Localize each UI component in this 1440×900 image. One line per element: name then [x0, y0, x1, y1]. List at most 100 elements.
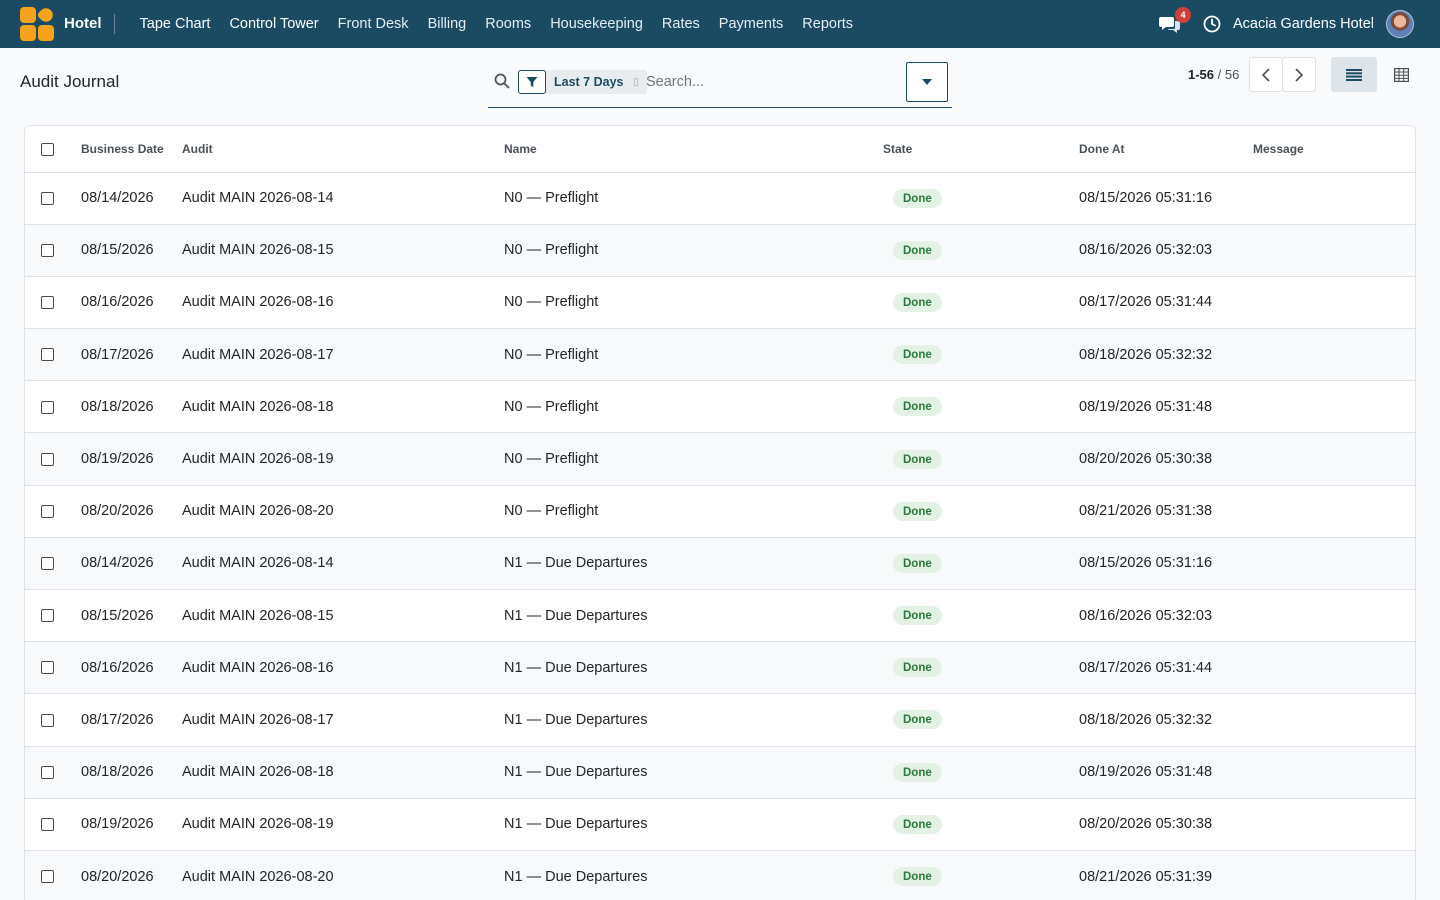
table-row[interactable]: 08/20/2026 Audit MAIN 2026-08-20 N1 — Due …: [25, 850, 1415, 900]
name-cell[interactable]: N1 — Due Departures: [504, 798, 883, 851]
business-date-cell[interactable]: 08/18/2026: [70, 746, 182, 799]
menu-item-payments[interactable]: Payments: [709, 16, 792, 32]
row-select-cell[interactable]: [25, 746, 70, 799]
business-date-cell[interactable]: 08/19/2026: [70, 432, 182, 486]
message-cell[interactable]: [1253, 641, 1415, 695]
row-checkbox[interactable]: [41, 348, 54, 362]
name-cell[interactable]: N0 — Preflight: [504, 485, 883, 538]
audit-cell[interactable]: Audit MAIN 2026-08-20: [182, 850, 504, 900]
audit-cell[interactable]: Audit MAIN 2026-08-19: [182, 432, 504, 486]
row-checkbox[interactable]: [41, 870, 54, 884]
search-icon[interactable]: [494, 73, 510, 89]
row-checkbox[interactable]: [41, 504, 54, 518]
table-row[interactable]: 08/18/2026 Audit MAIN 2026-08-18 N0 — Pref…: [25, 380, 1415, 434]
row-checkbox[interactable]: [41, 713, 54, 727]
row-checkbox[interactable]: [41, 191, 54, 205]
done-at-cell[interactable]: 08/21/2026 05:31:38: [1079, 485, 1253, 538]
state-cell[interactable]: Done: [883, 432, 1079, 486]
audit-cell[interactable]: Audit MAIN 2026-08-15: [182, 589, 504, 643]
table-row[interactable]: 08/16/2026 Audit MAIN 2026-08-16 N0 — Pref…: [25, 276, 1415, 330]
done-at-cell[interactable]: 08/18/2026 05:32:32: [1079, 328, 1253, 382]
row-checkbox[interactable]: [41, 243, 54, 257]
message-cell[interactable]: [1253, 276, 1415, 330]
state-cell[interactable]: Done: [883, 693, 1079, 747]
state-cell[interactable]: Done: [883, 589, 1079, 643]
list-view-button[interactable]: [1331, 57, 1377, 92]
table-row[interactable]: 08/14/2026 Audit MAIN 2026-08-14 N1 — Due …: [25, 537, 1415, 591]
row-checkbox[interactable]: [41, 661, 54, 675]
column-header-audit[interactable]: Audit: [182, 126, 504, 173]
menu-item-rooms[interactable]: Rooms: [476, 16, 541, 32]
business-date-cell[interactable]: 08/15/2026: [70, 589, 182, 643]
message-cell[interactable]: [1253, 380, 1415, 434]
table-row[interactable]: 08/17/2026 Audit MAIN 2026-08-17 N1 — Due …: [25, 693, 1415, 747]
row-select-cell[interactable]: [25, 172, 70, 225]
menu-item-billing[interactable]: Billing: [418, 16, 476, 32]
menu-item-front-desk[interactable]: Front Desk: [328, 16, 418, 32]
name-cell[interactable]: N1 — Due Departures: [504, 850, 883, 900]
state-cell[interactable]: Done: [883, 746, 1079, 799]
done-at-cell[interactable]: 08/21/2026 05:31:39: [1079, 850, 1253, 900]
audit-cell[interactable]: Audit MAIN 2026-08-19: [182, 798, 504, 851]
name-cell[interactable]: N0 — Preflight: [504, 276, 883, 330]
chat-icon[interactable]: 4: [1158, 7, 1191, 34]
menu-item-tape-chart[interactable]: Tape Chart: [130, 16, 220, 32]
state-cell[interactable]: Done: [883, 537, 1079, 591]
clock-icon[interactable]: [1203, 15, 1221, 33]
page-title[interactable]: Audit Journal: [20, 72, 119, 92]
message-cell[interactable]: [1253, 589, 1415, 643]
table-row[interactable]: 08/17/2026 Audit MAIN 2026-08-17 N0 — Pref…: [25, 328, 1415, 382]
done-at-cell[interactable]: 08/15/2026 05:31:16: [1079, 172, 1253, 225]
table-row[interactable]: 08/19/2026 Audit MAIN 2026-08-19 N1 — Due …: [25, 798, 1415, 851]
table-row[interactable]: 08/15/2026 Audit MAIN 2026-08-15 N1 — Due …: [25, 589, 1415, 643]
row-checkbox[interactable]: [41, 557, 54, 571]
name-cell[interactable]: N1 — Due Departures: [504, 641, 883, 695]
business-date-cell[interactable]: 08/17/2026: [70, 328, 182, 382]
row-select-cell[interactable]: [25, 485, 70, 538]
message-cell[interactable]: [1253, 850, 1415, 900]
select-all-checkbox[interactable]: [41, 142, 54, 156]
state-cell[interactable]: Done: [883, 850, 1079, 900]
app-logo-icon[interactable]: [20, 5, 56, 41]
column-header-message[interactable]: Message: [1253, 126, 1415, 173]
search-input[interactable]: [646, 70, 896, 94]
row-select-cell[interactable]: [25, 432, 70, 486]
table-row[interactable]: 08/14/2026 Audit MAIN 2026-08-14 N0 — Pref…: [25, 172, 1415, 225]
menu-item-rates[interactable]: Rates: [652, 16, 709, 32]
pager-range[interactable]: 1-56: [1188, 67, 1214, 82]
audit-cell[interactable]: Audit MAIN 2026-08-17: [182, 328, 504, 382]
message-cell[interactable]: [1253, 432, 1415, 486]
row-select-cell[interactable]: [25, 693, 70, 747]
state-cell[interactable]: Done: [883, 172, 1079, 225]
state-cell[interactable]: Done: [883, 224, 1079, 277]
business-date-cell[interactable]: 08/15/2026: [70, 224, 182, 277]
state-cell[interactable]: Done: [883, 485, 1079, 538]
done-at-cell[interactable]: 08/17/2026 05:31:44: [1079, 276, 1253, 330]
name-cell[interactable]: N0 — Preflight: [504, 380, 883, 434]
search-options-toggle[interactable]: [906, 62, 948, 102]
row-checkbox[interactable]: [41, 765, 54, 779]
name-cell[interactable]: N1 — Due Departures: [504, 589, 883, 643]
done-at-cell[interactable]: 08/20/2026 05:30:38: [1079, 798, 1253, 851]
business-date-cell[interactable]: 08/19/2026: [70, 798, 182, 851]
row-select-cell[interactable]: [25, 380, 70, 434]
app-name[interactable]: Hotel: [64, 15, 102, 32]
state-cell[interactable]: Done: [883, 328, 1079, 382]
row-checkbox[interactable]: [41, 400, 54, 414]
name-cell[interactable]: N1 — Due Departures: [504, 693, 883, 747]
business-date-cell[interactable]: 08/16/2026: [70, 276, 182, 330]
message-cell[interactable]: [1253, 537, 1415, 591]
audit-cell[interactable]: Audit MAIN 2026-08-14: [182, 537, 504, 591]
audit-cell[interactable]: Audit MAIN 2026-08-14: [182, 172, 504, 225]
table-row[interactable]: 08/19/2026 Audit MAIN 2026-08-19 N0 — Pref…: [25, 432, 1415, 486]
message-cell[interactable]: [1253, 746, 1415, 799]
row-checkbox[interactable]: [41, 296, 54, 310]
column-header-done-at[interactable]: Done At: [1079, 126, 1253, 173]
audit-cell[interactable]: Audit MAIN 2026-08-20: [182, 485, 504, 538]
row-select-cell[interactable]: [25, 276, 70, 330]
column-header-state[interactable]: State: [883, 126, 1079, 173]
name-cell[interactable]: N0 — Preflight: [504, 172, 883, 225]
row-select-cell[interactable]: [25, 798, 70, 851]
table-row[interactable]: 08/16/2026 Audit MAIN 2026-08-16 N1 — Due …: [25, 641, 1415, 695]
table-row[interactable]: 08/18/2026 Audit MAIN 2026-08-18 N1 — Due …: [25, 746, 1415, 799]
